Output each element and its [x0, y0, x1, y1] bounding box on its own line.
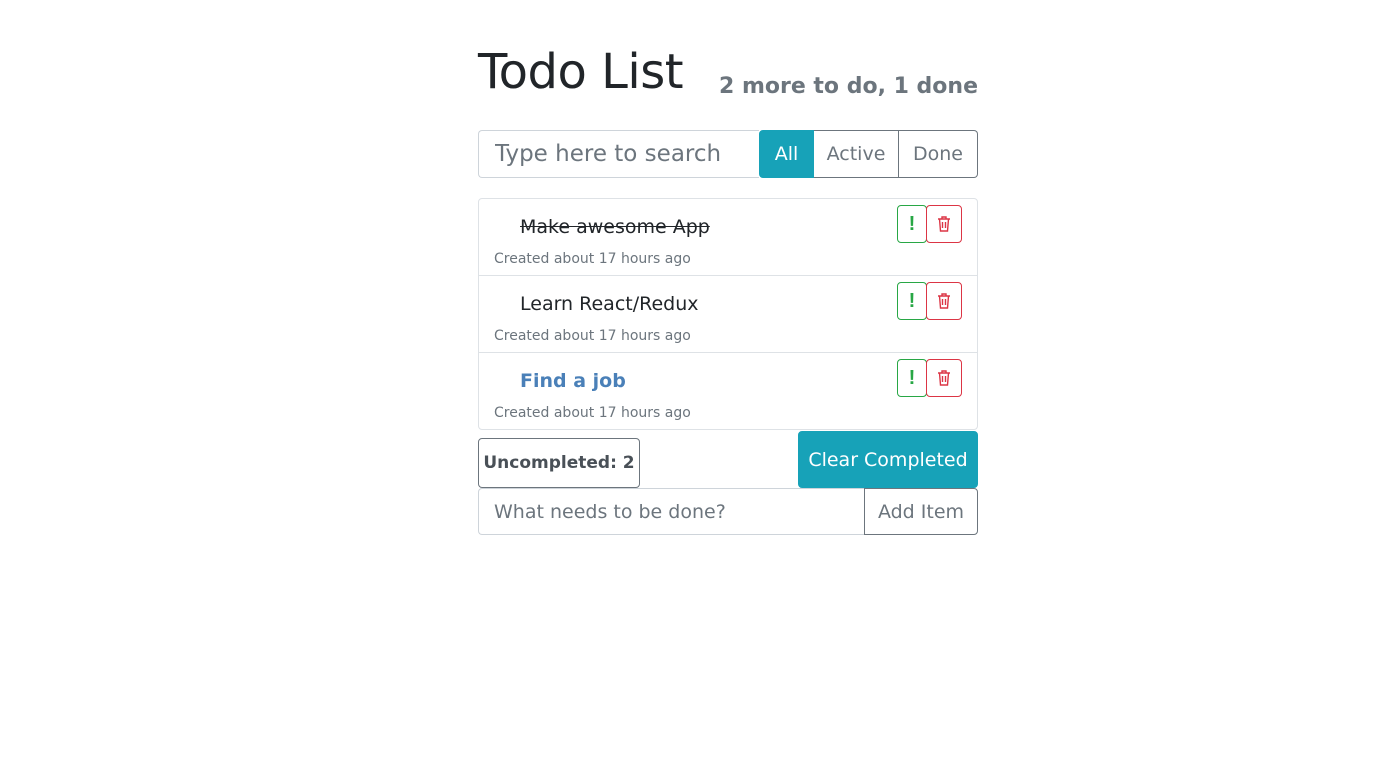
delete-button[interactable] — [926, 282, 962, 320]
delete-button[interactable] — [926, 359, 962, 397]
todo-summary: 2 more to do, 1 done — [718, 74, 978, 99]
header: Todo List 2 more to do, 1 done — [478, 0, 978, 130]
list-item: Make awesome App Created about 17 hours … — [479, 199, 977, 276]
trash-icon — [938, 293, 950, 309]
todo-label[interactable]: Learn React/Redux — [520, 291, 699, 317]
mark-important-button[interactable]: ! — [897, 205, 927, 243]
search-input[interactable] — [478, 130, 759, 178]
add-item-button[interactable]: Add Item — [864, 488, 978, 535]
list-item: Find a job Created about 17 hours ago ! — [479, 353, 977, 429]
todo-list: Make awesome App Created about 17 hours … — [478, 198, 978, 430]
mark-important-button[interactable]: ! — [897, 282, 927, 320]
add-item-form: Add Item — [478, 488, 978, 535]
new-todo-input[interactable] — [478, 488, 864, 535]
uncompleted-count-badge: Uncompleted: 2 — [478, 438, 640, 488]
created-time: Created about 17 hours ago — [494, 405, 691, 421]
delete-button[interactable] — [926, 205, 962, 243]
trash-icon — [938, 370, 950, 386]
exclamation-icon: ! — [908, 289, 916, 312]
exclamation-icon: ! — [908, 212, 916, 235]
trash-icon — [938, 216, 950, 232]
mark-important-button[interactable]: ! — [897, 359, 927, 397]
todo-app: Todo List 2 more to do, 1 done All Activ… — [478, 0, 978, 535]
todo-label[interactable]: Find a job — [520, 368, 626, 394]
todo-label[interactable]: Make awesome App — [520, 214, 710, 240]
filter-all-button[interactable]: All — [759, 130, 814, 178]
filter-active-button[interactable]: Active — [814, 130, 899, 178]
list-item: Learn React/Redux Created about 17 hours… — [479, 276, 977, 353]
created-time: Created about 17 hours ago — [494, 328, 691, 344]
list-footer: Uncompleted: 2 Clear Completed — [478, 431, 978, 488]
exclamation-icon: ! — [908, 366, 916, 389]
filter-done-button[interactable]: Done — [899, 130, 978, 178]
search-panel: All Active Done — [478, 130, 978, 178]
clear-completed-button[interactable]: Clear Completed — [798, 431, 978, 488]
created-time: Created about 17 hours ago — [494, 251, 691, 267]
page-title: Todo List — [478, 44, 684, 100]
